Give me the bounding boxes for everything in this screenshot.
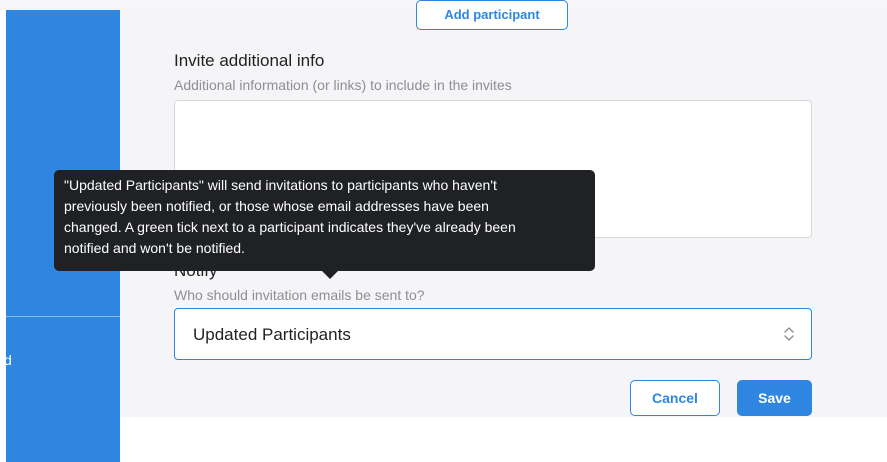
notify-tooltip: "Updated Participants" will send invitat… (54, 170, 595, 279)
cancel-button[interactable]: Cancel (630, 380, 720, 416)
page: d Add participant Invite additional info… (0, 0, 887, 462)
notify-description: Who should invitation emails be sent to? (174, 287, 425, 303)
sidebar-item-label[interactable]: d (4, 352, 12, 368)
add-participant-button[interactable]: Add participant (416, 0, 568, 30)
chevron-up-down-icon (784, 327, 794, 341)
tooltip-line: changed. A green tick next to a particip… (64, 219, 516, 235)
invite-info-title: Invite additional info (174, 51, 325, 70)
notify-select[interactable]: Updated Participants (174, 308, 812, 360)
sidebar-divider (6, 316, 120, 317)
tooltip-line: previously been notified, or those whose… (64, 198, 489, 214)
save-button[interactable]: Save (737, 380, 812, 416)
tooltip-line: "Updated Participants" will send invitat… (64, 177, 497, 193)
invite-info-description: Additional information (or links) to inc… (174, 77, 512, 93)
notify-select-value: Updated Participants (193, 325, 351, 344)
tooltip-arrow (321, 270, 339, 279)
tooltip-line: notified and won't be notified. (64, 240, 245, 256)
